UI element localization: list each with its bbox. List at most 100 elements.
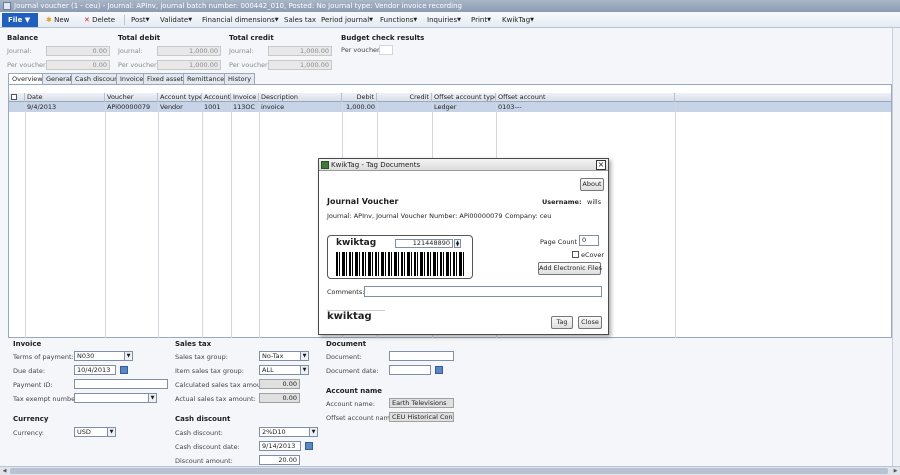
currency-label: Currency:	[13, 429, 45, 437]
budget-voucher-label: Per voucher:	[341, 46, 382, 54]
cell-voucher[interactable]: APi00000079	[105, 102, 158, 112]
col-date[interactable]: Date	[25, 93, 105, 102]
file-menu-button[interactable]: File ▼	[2, 13, 38, 27]
cell-offset-account-type[interactable]: Ledger	[432, 102, 496, 112]
sales-tax-button[interactable]: Sales tax	[284, 14, 316, 26]
col-offset-account[interactable]: Offset account	[496, 93, 675, 102]
col-voucher[interactable]: Voucher	[105, 93, 158, 102]
financial-dimensions-label: Financial dimensions	[202, 16, 275, 24]
offset-account-name-value: CEU Historical Consol	[389, 412, 454, 422]
cash-discount-date-field[interactable]: 9/14/2013	[259, 441, 301, 451]
add-electronic-files-button[interactable]: Add Electronic Files	[538, 262, 602, 275]
calculated-sales-tax-label: Calculated sales tax amount:	[175, 381, 270, 389]
kwiktag-dialog: KwikTag - Tag Documents × About Journal …	[318, 158, 609, 335]
chevron-down-icon[interactable]: ▼	[300, 352, 308, 360]
dialog-close-icon[interactable]: ×	[596, 160, 606, 170]
cell-account-type[interactable]: Vendor	[158, 102, 202, 112]
total-credit-voucher-value: 1,000.00	[268, 60, 332, 70]
payment-id-field[interactable]	[74, 379, 168, 389]
currency-value: USD	[77, 428, 91, 436]
print-menu[interactable]: Print▼	[471, 14, 491, 26]
scroll-right-icon[interactable]: ▶	[892, 468, 899, 474]
chevron-down-icon[interactable]: ▼	[124, 352, 132, 360]
col-credit[interactable]: Credit	[377, 93, 432, 102]
select-all-checkbox[interactable]	[11, 94, 17, 100]
kwiktag-app-icon	[321, 161, 329, 169]
cash-discount-date-label: Cash discount date:	[175, 443, 240, 451]
budget-voucher-indicator	[379, 45, 393, 55]
dialog-heading: Journal Voucher	[327, 197, 399, 206]
page-count-field[interactable]: 0	[579, 235, 599, 246]
inquiries-menu[interactable]: Inquiries▼	[427, 14, 461, 26]
item-sales-tax-group-select[interactable]: ALL ▼	[259, 365, 309, 375]
cell-description[interactable]: invoice	[259, 102, 342, 112]
cell-date[interactable]: 9/4/2013	[25, 102, 105, 112]
horizontal-scrollbar[interactable]: ◀ ▶	[0, 466, 900, 475]
barcode-spinner[interactable]: ▲ ▼	[454, 239, 461, 248]
period-journal-label: Period journal	[321, 16, 370, 24]
col-invoice[interactable]: Invoice	[231, 93, 259, 102]
delete-button[interactable]: ✕ Delete	[84, 14, 115, 26]
grid-column-line	[202, 102, 203, 338]
chevron-down-icon[interactable]: ▼	[309, 428, 317, 436]
tab-remittance[interactable]: Remittance	[183, 73, 229, 84]
tab-history[interactable]: History	[224, 73, 256, 84]
new-button[interactable]: ✱ New	[46, 14, 69, 26]
due-date-field[interactable]: 10/4/2013	[74, 365, 116, 375]
document-date-field[interactable]	[389, 365, 431, 375]
print-label: Print	[471, 16, 488, 24]
calendar-icon[interactable]	[435, 366, 443, 374]
functions-menu[interactable]: Functions▼	[380, 14, 417, 26]
cash-discount-select[interactable]: 2%D10 ▼	[259, 427, 318, 437]
cell-invoice[interactable]: 113OC	[231, 102, 259, 112]
comments-input[interactable]	[364, 286, 602, 297]
vertical-scrollbar[interactable]	[892, 28, 900, 466]
post-label: Post	[131, 16, 146, 24]
chevron-down-icon[interactable]: ▼	[148, 394, 156, 402]
cell-debit[interactable]: 1,000.00	[342, 102, 377, 112]
calendar-icon[interactable]	[305, 442, 313, 450]
select-all-column[interactable]	[9, 93, 25, 102]
grid-column-line	[231, 102, 232, 338]
balance-journal-value: 0.00	[46, 46, 110, 56]
chevron-down-icon[interactable]: ▼	[300, 366, 308, 374]
validate-menu[interactable]: Validate▼	[160, 14, 192, 26]
period-journal-menu[interactable]: Period journal▼	[321, 14, 373, 26]
tag-button[interactable]: Tag	[551, 316, 573, 329]
kwiktag-menu[interactable]: KwikTag▼	[502, 14, 534, 26]
total-debit-voucher-label: Per voucher:	[118, 61, 159, 69]
sales-tax-group-value: No-Tax	[262, 352, 284, 360]
calculated-sales-tax-value: 0.00	[259, 379, 300, 389]
col-offset-account-type[interactable]: Offset account type	[432, 93, 496, 102]
sales-tax-group-select[interactable]: No-Tax ▼	[259, 351, 309, 361]
calendar-icon[interactable]	[120, 366, 128, 374]
cell-credit[interactable]	[377, 102, 432, 112]
tax-exempt-number-select[interactable]: ▼	[74, 393, 157, 403]
col-account-type[interactable]: Account type	[158, 93, 202, 102]
discount-amount-field[interactable]: 20.00	[259, 455, 300, 465]
item-sales-tax-group-value: ALL	[262, 366, 274, 374]
table-row[interactable]: 9/4/2013 APi00000079 Vendor 1001 113OC i…	[9, 102, 891, 112]
document-field[interactable]	[389, 351, 454, 361]
cell-account[interactable]: 1001	[202, 102, 231, 112]
financial-dimensions-menu[interactable]: Financial dimensions▼	[202, 14, 279, 26]
chevron-down-icon[interactable]: ▼	[107, 428, 115, 436]
payment-id-label: Payment ID:	[13, 381, 53, 389]
currency-select[interactable]: USD ▼	[74, 427, 116, 437]
scrollbar-thumb[interactable]	[10, 468, 888, 474]
ecover-checkbox[interactable]	[572, 251, 579, 258]
barcode-number-field[interactable]: 121448890	[395, 239, 453, 248]
document-label: Document:	[326, 353, 362, 361]
col-debit[interactable]: Debit	[342, 93, 377, 102]
post-menu[interactable]: Post▼	[131, 14, 150, 26]
terms-of-payment-select[interactable]: N030 ▼	[74, 351, 133, 361]
cash-discount-header: Cash discount	[175, 415, 231, 423]
col-description[interactable]: Description	[259, 93, 342, 102]
grid-column-line	[25, 102, 26, 338]
col-account[interactable]: Account	[202, 93, 231, 102]
cell-offset-account[interactable]: 0103---	[496, 102, 675, 112]
document-header: Document	[326, 340, 367, 348]
scroll-left-icon[interactable]: ◀	[1, 468, 8, 474]
close-button[interactable]: Close	[578, 316, 602, 329]
about-button[interactable]: About	[580, 178, 604, 191]
